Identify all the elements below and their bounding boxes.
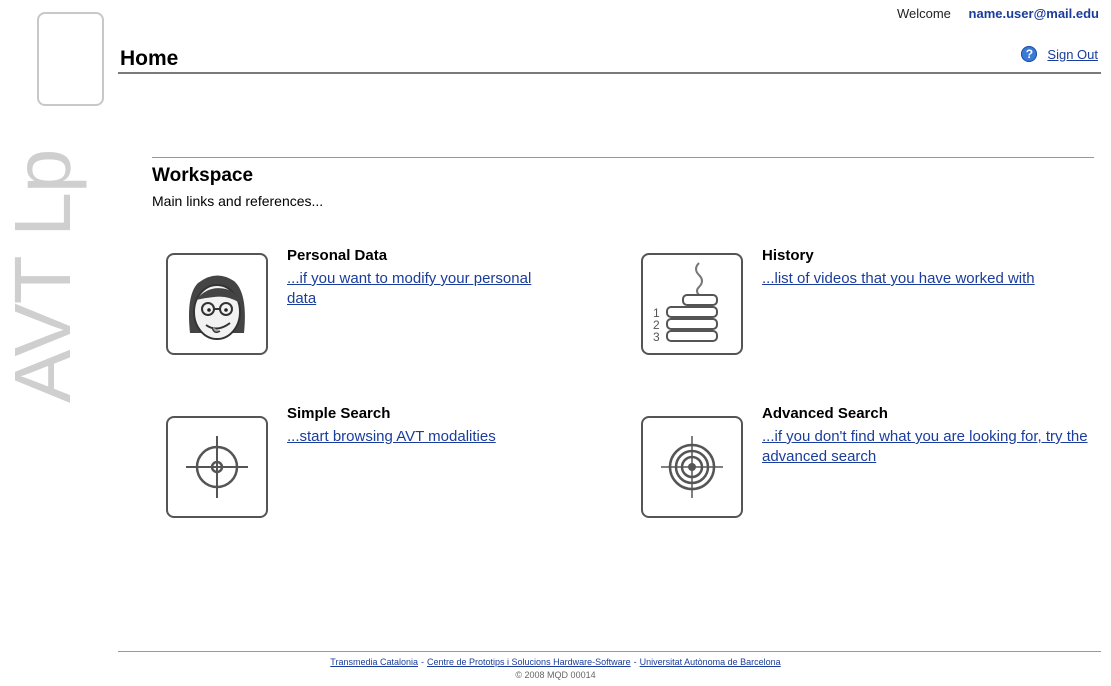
footer-links: Transmedia Catalonia - Centre de Prototips…: [330, 657, 781, 667]
footer-divider: [118, 651, 1101, 652]
card-title-advanced-search: Advanced Search: [762, 405, 888, 422]
personal-data-link[interactable]: ...if you want to modify your personal d…: [287, 269, 537, 309]
workspace-subtitle: Main links and references...: [152, 193, 324, 209]
card-title-personal-data: Personal Data: [287, 247, 388, 264]
card-title-history: History: [762, 247, 814, 264]
workspace-divider: [152, 157, 1094, 158]
sign-out-area: ? Sign Out: [1021, 46, 1098, 62]
target-icon[interactable]: [641, 416, 743, 518]
help-icon[interactable]: ?: [1021, 46, 1038, 62]
header-divider: [118, 72, 1101, 74]
workspace-title: Workspace: [152, 165, 254, 186]
welcome-label: Welcome: [896, 6, 951, 21]
logo-text: AVT Lp: [0, 149, 87, 403]
sign-out-link[interactable]: Sign Out: [1047, 47, 1098, 62]
advanced-search-link[interactable]: ...if you don't find what you are lookin…: [762, 427, 1092, 467]
simple-search-link[interactable]: ...start browsing AVT modalities: [287, 427, 587, 447]
history-list-icon[interactable]: 1 2 3: [641, 253, 743, 355]
footer-link-centre[interactable]: Centre de Prototips i Solucions Hardware…: [427, 657, 631, 667]
welcome-bar: Welcome name.user@mail.edu: [897, 6, 1099, 21]
page-title: Home: [120, 47, 179, 70]
card-title-simple-search: Simple Search: [287, 405, 391, 422]
svg-text:3: 3: [653, 330, 660, 344]
footer-link-uab[interactable]: Universitat Autònoma de Barcelona: [640, 657, 781, 667]
footer-copyright: © 2008 MQD 00014: [515, 670, 596, 680]
crosshair-icon[interactable]: [166, 416, 268, 518]
history-link[interactable]: ...list of videos that you have worked w…: [762, 269, 1082, 289]
user-email: name.user@mail.edu: [968, 6, 1099, 21]
logo: AVT Lp: [0, 0, 90, 686]
face-icon[interactable]: [166, 253, 268, 355]
footer-link-transmedia[interactable]: Transmedia Catalonia: [330, 657, 418, 667]
